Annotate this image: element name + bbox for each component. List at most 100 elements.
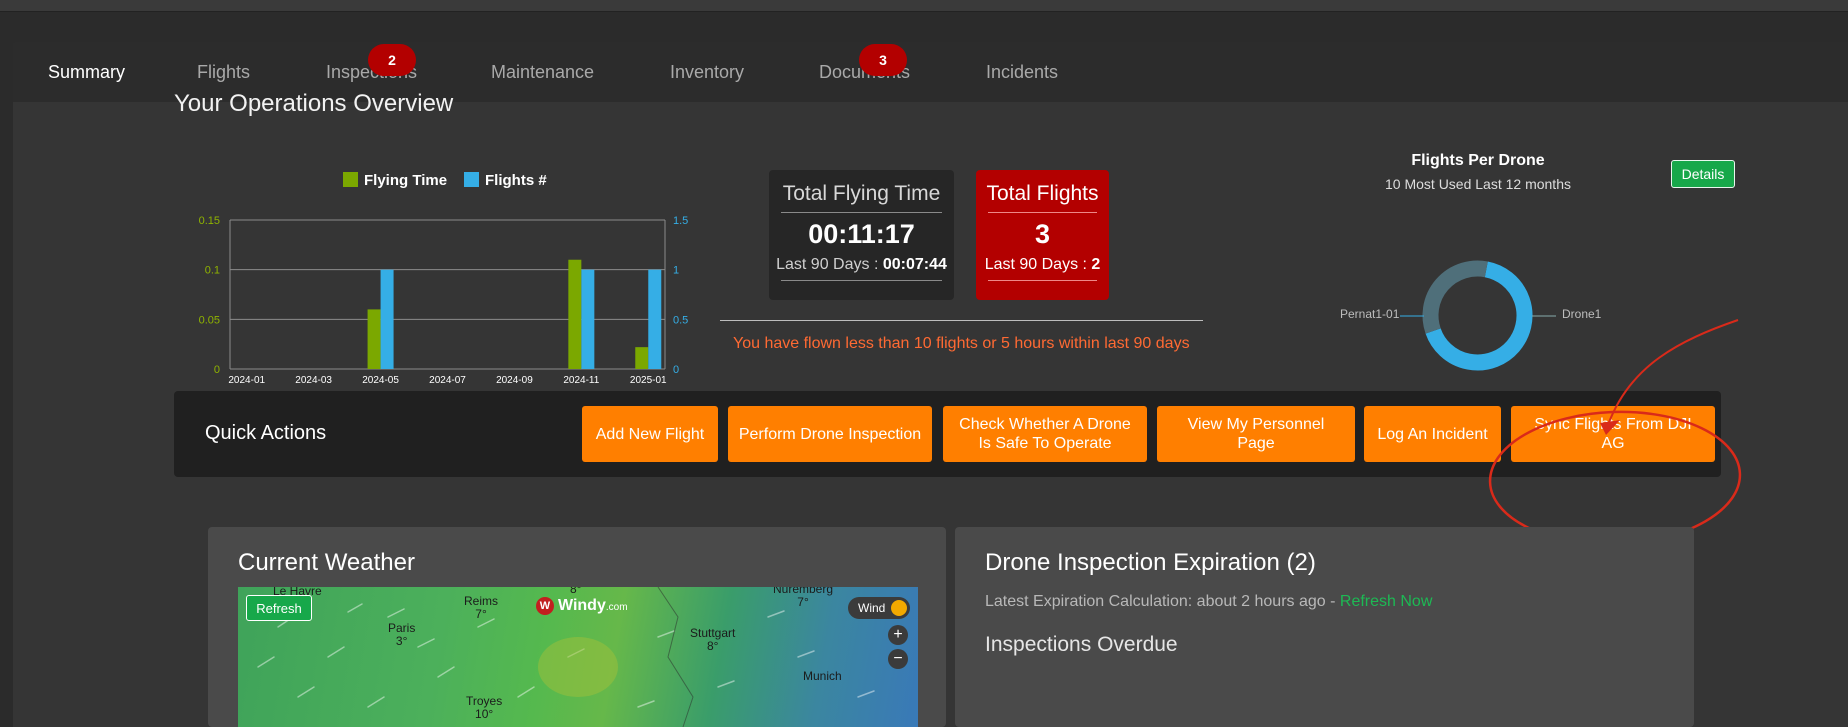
map-place-temp: 3° — [395, 634, 408, 648]
tab-summary[interactable]: Summary — [48, 62, 125, 83]
map-place-troyes: Troyes 10° — [466, 695, 502, 721]
tab-incidents[interactable]: Incidents — [986, 62, 1058, 83]
map-place-paris: Paris 3° — [388, 622, 415, 648]
donut-title: Flights Per Drone — [1411, 152, 1545, 169]
page-title: Your Operations Overview — [174, 90, 454, 117]
windy-brand-suffix: .com — [605, 602, 628, 614]
total-flying-time-value: 00:11:17 — [808, 219, 915, 249]
total-flights-label: Total Flights — [986, 182, 1099, 205]
total-flights-value: 3 — [1034, 219, 1051, 249]
annotation-overlay — [1488, 319, 1742, 546]
x-tick-label: 2024-09 — [496, 375, 533, 386]
bar-flights-count — [648, 269, 662, 369]
map-place-name: Paris — [388, 621, 416, 635]
bar-flying-time — [568, 259, 582, 369]
map-place-le-havre: Le Havre — [273, 587, 322, 598]
map-place-stuttgart: Stuttgart 8° — [690, 627, 735, 653]
wind-icon — [891, 600, 907, 616]
map-place-nuremberg: Nuremberg 7° — [773, 587, 833, 609]
map-place-munich: Munich — [803, 669, 842, 683]
inspections-overdue-title: Inspections Overdue — [985, 633, 1178, 656]
expiration-calc-text: Latest Expiration Calculation: about 2 h… — [985, 593, 1340, 610]
top-bar — [0, 0, 1848, 12]
map-place-name: Reims — [464, 594, 499, 608]
add-new-flight-button[interactable]: Add New Flight — [582, 406, 718, 462]
legend-label: Flights # — [485, 172, 547, 189]
last-90-days-flying-time: Last 90 Days : 00:07:44 — [769, 256, 954, 274]
legend-label: Flying Time — [364, 172, 447, 189]
windy-logo[interactable]: W Windy.com — [536, 597, 628, 615]
stats-divider — [720, 320, 1203, 321]
bar-flying-time — [367, 309, 381, 369]
total-flying-time-label: Total Flying Time — [782, 182, 941, 205]
bar-flying-time — [635, 347, 649, 369]
tab-flights[interactable]: Flights — [197, 62, 250, 83]
divider — [988, 212, 1097, 213]
bar-flights-count — [581, 269, 595, 369]
bar-chart-svg: 0 0.05 0.1 0.15 0 0.5 1 1.5 2024-01 2024-03 2024-0… — [199, 172, 688, 386]
annotation-arrowhead — [1600, 420, 1620, 435]
x-tick-label: 2024-03 — [295, 375, 332, 386]
divider — [781, 212, 942, 213]
weather-card: Current Weather Refresh Le Havre Reims 7°… — [208, 527, 946, 727]
total-flying-time-card: Total Flying Time 00:11:17 Last 90 Days … — [769, 170, 954, 300]
map-place-temp: 7° — [475, 607, 487, 621]
donut-subtitle: 10 Most Used Last 12 months — [1385, 176, 1571, 192]
annotation-arrow — [1607, 319, 1739, 426]
flying-time-chart: 0 0.05 0.1 0.15 0 0.5 1 1.5 2024-01 2024-03 2024-0… — [170, 140, 710, 400]
documents-count-badge: 3 — [859, 44, 907, 76]
map-place-name: Troyes — [466, 694, 503, 708]
map-place-temp: 7° — [797, 595, 809, 609]
donut-label-pernat: Pernat1-01 — [1340, 307, 1400, 321]
total-flights-card: Total Flights 3 Last 90 Days : 2 — [976, 170, 1109, 300]
map-place-temp: 8° — [706, 639, 719, 653]
x-tick-label: 2024-11 — [563, 375, 599, 386]
last-90-days-label: Last 90 Days : — [776, 256, 883, 273]
legend-swatch — [464, 172, 479, 187]
y-right-tick-label: 1 — [673, 265, 679, 277]
x-tick-label: 2024-01 — [228, 375, 265, 386]
divider — [781, 280, 942, 281]
details-button[interactable]: Details — [1671, 160, 1735, 188]
tab-inventory[interactable]: Inventory — [670, 62, 744, 83]
expiration-calc-status: Latest Expiration Calculation: about 2 h… — [985, 593, 1432, 611]
refresh-now-link[interactable]: Refresh Now — [1340, 593, 1432, 610]
wind-layer-label: Wind — [858, 601, 886, 615]
flight-currency-warning: You have flown less than 10 flights or 5… — [733, 335, 1190, 352]
inspection-expiration-card: Drone Inspection Expiration (2) Latest E… — [955, 527, 1694, 727]
quick-actions-title: Quick Actions — [205, 422, 327, 444]
last-90-days-flights: Last 90 Days : 2 — [976, 256, 1109, 274]
perform-drone-inspection-button[interactable]: Perform Drone Inspection — [728, 406, 932, 462]
tab-documents[interactable]: Documents 3 — [819, 44, 910, 83]
last-90-days-label: Last 90 Days : — [984, 256, 1092, 273]
windy-icon: W — [536, 597, 554, 615]
inspection-title: Drone Inspection Expiration (2) — [985, 549, 1316, 576]
check-drone-safe-button[interactable]: Check Whether A Drone Is Safe To Operate — [943, 406, 1147, 462]
windy-brand: Windy — [558, 597, 606, 615]
inspections-count-badge: 2 — [368, 44, 416, 76]
y-right-tick-label: 1.5 — [673, 215, 688, 227]
view-personnel-page-button[interactable]: View My Personnel Page — [1157, 406, 1355, 462]
y-left-tick-label: 0.15 — [199, 215, 220, 227]
divider — [988, 280, 1097, 281]
tab-inspections[interactable]: Inspections 2 — [326, 44, 417, 83]
legend-swatch — [343, 172, 358, 187]
zoom-in-button[interactable]: + — [888, 625, 908, 645]
tab-maintenance[interactable]: Maintenance — [491, 62, 594, 83]
zoom-out-button[interactable]: − — [888, 649, 908, 669]
x-tick-label: 2025-01 — [630, 375, 667, 386]
y-right-tick-label: 0.5 — [673, 314, 688, 326]
last-90-days-value: 2 — [1091, 256, 1101, 273]
map-place-name: Stuttgart — [690, 626, 736, 640]
y-right-tick-label: 0 — [673, 364, 679, 376]
map-place-reims: Reims 7° — [464, 595, 498, 621]
wind-layer-toggle[interactable]: Wind — [848, 597, 910, 619]
weather-title: Current Weather — [238, 549, 415, 576]
map-place-temp: 10° — [475, 707, 494, 721]
map-refresh-button[interactable]: Refresh — [246, 595, 312, 621]
weather-map[interactable]: Refresh Le Havre Reims 7° Paris 3° Troyes 1… — [238, 587, 918, 727]
x-tick-label: 2024-07 — [429, 375, 466, 386]
last-90-days-value: 00:07:44 — [882, 256, 947, 273]
x-tick-label: 2024-05 — [362, 375, 399, 386]
y-left-tick-label: 0.1 — [205, 265, 220, 277]
